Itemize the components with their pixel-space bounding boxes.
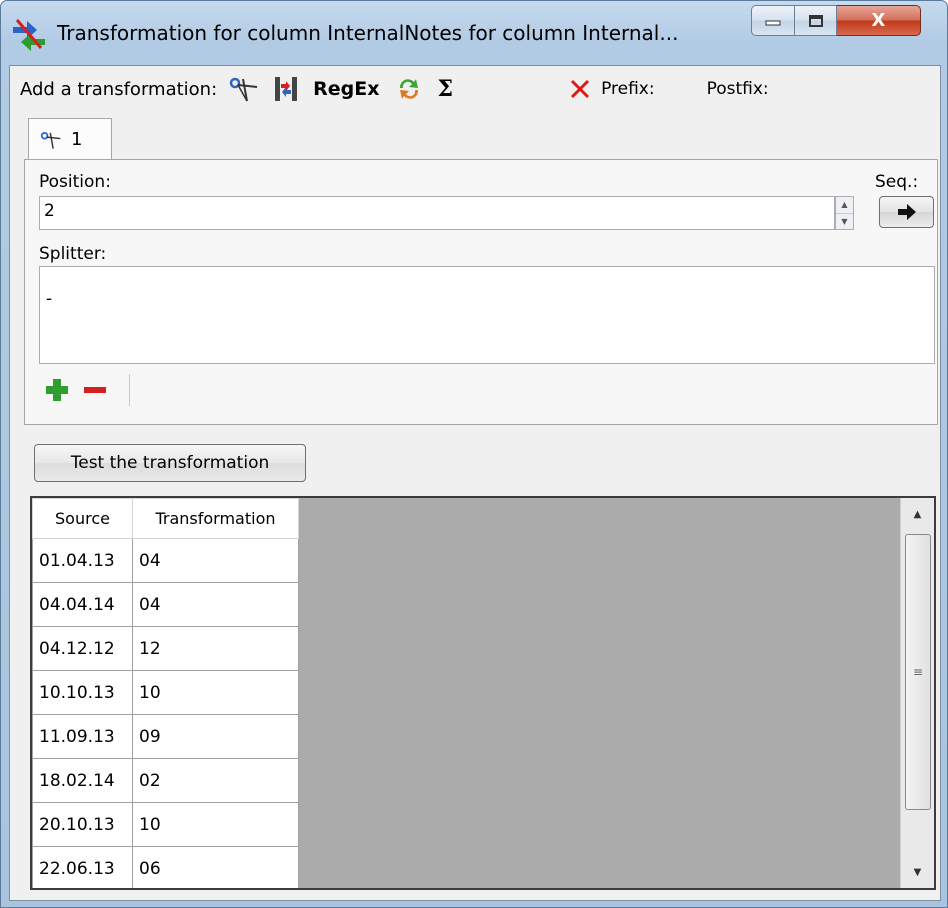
splitter-list[interactable]: -: [39, 266, 935, 364]
source-cell[interactable]: 18.02.14: [32, 758, 133, 803]
seq-label: Seq.:: [875, 172, 919, 192]
transformation-toolbar: Add a transformation: RegEx Σ Prefix: Po…: [10, 66, 940, 112]
source-cell[interactable]: 22.06.13: [32, 846, 133, 888]
toolbar-separator: [129, 374, 130, 406]
maximize-button[interactable]: [795, 5, 837, 36]
result-grid[interactable]: Source Transformation 01.04.13 04 04.04.1…: [30, 496, 936, 890]
aggregate-tool-button[interactable]: Σ: [438, 72, 454, 106]
client-area: Add a transformation: RegEx Σ Prefix: Po…: [9, 65, 941, 901]
replace-icon: [399, 79, 418, 99]
prefix-label[interactable]: Prefix:: [601, 79, 655, 99]
regex-tool-button[interactable]: RegEx: [313, 72, 379, 106]
replace-tool-button[interactable]: [394, 72, 424, 106]
transformation-app-icon: [13, 19, 45, 51]
transformation-cell[interactable]: 04: [132, 582, 299, 627]
clear-button[interactable]: [565, 72, 595, 106]
add-transformation-label: Add a transformation:: [20, 78, 218, 100]
minimize-icon: [765, 20, 781, 25]
window-title: Transformation for column InternalNotes …: [57, 21, 679, 45]
tab-page: Position: Seq.: 2 ▲ ▼ Splitter: -: [24, 159, 938, 425]
scissors-icon: [40, 131, 61, 149]
source-cell[interactable]: 01.04.13: [32, 538, 133, 583]
remove-icon[interactable]: [81, 376, 109, 404]
table-row[interactable]: 20.10.13 10: [32, 802, 299, 847]
maximize-icon: [808, 14, 823, 27]
source-cell[interactable]: 20.10.13: [32, 802, 133, 847]
tab-label: 1: [71, 129, 83, 150]
column-split-tool-button[interactable]: [271, 72, 301, 106]
source-cell[interactable]: 11.09.13: [32, 714, 133, 759]
transformation-cell[interactable]: 10: [132, 802, 299, 847]
table-row[interactable]: 22.06.13 06: [32, 846, 299, 888]
source-cell[interactable]: 04.04.14: [32, 582, 133, 627]
table-row[interactable]: 18.02.14 02: [32, 758, 299, 803]
scroll-down-icon[interactable]: ▼: [901, 856, 934, 888]
source-cell[interactable]: 04.12.12: [32, 626, 133, 671]
close-button[interactable]: X: [837, 5, 921, 36]
arrow-right-icon: [897, 204, 916, 220]
transformation-cell[interactable]: 06: [132, 846, 299, 888]
table-row[interactable]: 01.04.13 04: [32, 538, 299, 583]
seq-button[interactable]: [879, 196, 934, 228]
spin-up-icon[interactable]: ▲: [836, 197, 853, 213]
column-header-source[interactable]: Source: [32, 498, 133, 539]
table-row[interactable]: 04.04.14 04: [32, 582, 299, 627]
table-header-row: Source Transformation: [32, 498, 299, 539]
dialog-window: Transformation for column InternalNotes …: [0, 0, 948, 908]
table-row[interactable]: 04.12.12 12: [32, 626, 299, 671]
position-spinner[interactable]: ▲ ▼: [835, 196, 854, 230]
position-label: Position:: [39, 172, 111, 192]
minimize-button[interactable]: [751, 5, 795, 36]
table-row[interactable]: 11.09.13 09: [32, 714, 299, 759]
delete-x-icon: [571, 79, 590, 99]
tab-transformation-1[interactable]: 1: [28, 118, 112, 160]
title-bar: Transformation for column InternalNotes …: [1, 1, 947, 65]
add-icon[interactable]: [43, 376, 71, 404]
scissors-icon: [229, 77, 258, 102]
table-row[interactable]: 10.10.13 10: [32, 670, 299, 715]
splitter-item[interactable]: -: [46, 289, 928, 309]
spin-down-icon[interactable]: ▼: [836, 212, 853, 230]
transformation-cell[interactable]: 12: [132, 626, 299, 671]
scroll-up-icon[interactable]: ▲: [901, 498, 934, 530]
test-transformation-button[interactable]: Test the transformation: [34, 444, 306, 482]
scroll-thumb[interactable]: ≡: [905, 534, 931, 810]
transformation-cell[interactable]: 09: [132, 714, 299, 759]
source-cell[interactable]: 10.10.13: [32, 670, 133, 715]
splitter-label: Splitter:: [39, 244, 107, 264]
split-tool-button[interactable]: [227, 72, 261, 106]
result-table: Source Transformation 01.04.13 04 04.04.1…: [32, 498, 299, 888]
postfix-label[interactable]: Postfix:: [707, 79, 769, 99]
close-icon: X: [871, 10, 886, 31]
vertical-scrollbar[interactable]: ▲ ≡ ▼: [900, 498, 934, 888]
transformation-cell[interactable]: 10: [132, 670, 299, 715]
caption-buttons: X: [751, 5, 921, 37]
column-split-icon: [275, 77, 298, 101]
position-input[interactable]: 2: [39, 196, 835, 230]
column-header-transformation[interactable]: Transformation: [132, 498, 299, 539]
transformation-cell[interactable]: 04: [132, 538, 299, 583]
transformation-cell[interactable]: 02: [132, 758, 299, 803]
splitter-list-tools: [43, 372, 109, 408]
